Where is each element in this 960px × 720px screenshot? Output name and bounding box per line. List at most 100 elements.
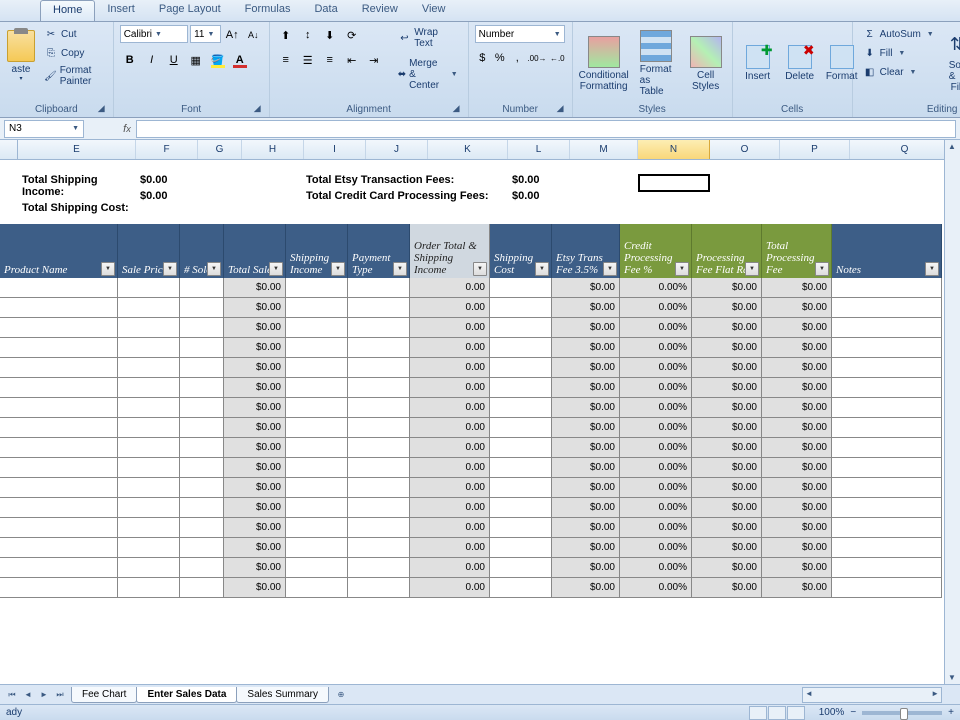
cell[interactable] bbox=[286, 498, 348, 518]
cell[interactable] bbox=[832, 418, 942, 438]
cell[interactable]: 0.00% bbox=[620, 298, 692, 318]
col-header-M[interactable]: M bbox=[570, 140, 638, 159]
cell[interactable] bbox=[348, 558, 410, 578]
cell[interactable] bbox=[286, 338, 348, 358]
active-cell-cursor[interactable] bbox=[638, 174, 710, 192]
align-bottom-icon[interactable]: ⬇ bbox=[320, 25, 340, 45]
cell[interactable] bbox=[490, 458, 552, 478]
align-top-icon[interactable]: ⬆ bbox=[276, 25, 296, 45]
cell[interactable] bbox=[0, 558, 118, 578]
th-sale-price[interactable]: Sale Price▼ bbox=[118, 224, 180, 278]
cell[interactable] bbox=[490, 358, 552, 378]
col-header-N[interactable]: N bbox=[638, 140, 710, 159]
cell[interactable] bbox=[348, 318, 410, 338]
cell[interactable]: $0.00 bbox=[692, 498, 762, 518]
sheet-tab-sales-summary[interactable]: Sales Summary bbox=[236, 687, 329, 703]
cell[interactable] bbox=[180, 378, 224, 398]
cell[interactable] bbox=[832, 338, 942, 358]
cell[interactable]: $0.00 bbox=[692, 478, 762, 498]
cell[interactable] bbox=[286, 458, 348, 478]
cell[interactable]: $0.00 bbox=[762, 478, 832, 498]
cell[interactable]: 0.00% bbox=[620, 578, 692, 598]
cell[interactable] bbox=[118, 498, 180, 518]
cell[interactable] bbox=[832, 298, 942, 318]
cell[interactable]: $0.00 bbox=[692, 458, 762, 478]
tab-home[interactable]: Home bbox=[40, 0, 95, 21]
col-header-L[interactable]: L bbox=[508, 140, 570, 159]
cell[interactable]: $0.00 bbox=[762, 538, 832, 558]
sheet-tab-fee-chart[interactable]: Fee Chart bbox=[71, 687, 137, 703]
normal-view-icon[interactable] bbox=[749, 706, 767, 720]
clipboard-launcher[interactable]: ◢ bbox=[98, 103, 110, 115]
cell[interactable]: $0.00 bbox=[762, 278, 832, 298]
cell[interactable] bbox=[832, 538, 942, 558]
sheet-first-icon[interactable]: ⏮ bbox=[4, 687, 20, 703]
th-ship-income[interactable]: Shipping Income▼ bbox=[286, 224, 348, 278]
fill-button[interactable]: ⬇Fill▼ bbox=[859, 44, 938, 62]
cell[interactable]: $0.00 bbox=[762, 498, 832, 518]
cell[interactable] bbox=[118, 318, 180, 338]
cell[interactable]: $0.00 bbox=[692, 318, 762, 338]
cell[interactable] bbox=[348, 578, 410, 598]
cell[interactable]: 0.00% bbox=[620, 518, 692, 538]
cell[interactable]: $0.00 bbox=[762, 298, 832, 318]
cell[interactable]: $0.00 bbox=[692, 518, 762, 538]
th-notes[interactable]: Notes▼ bbox=[832, 224, 942, 278]
filter-icon[interactable]: ▼ bbox=[393, 262, 407, 276]
cell[interactable] bbox=[490, 498, 552, 518]
cell[interactable] bbox=[286, 298, 348, 318]
cell[interactable] bbox=[180, 438, 224, 458]
cell[interactable] bbox=[0, 398, 118, 418]
filter-icon[interactable]: ▼ bbox=[473, 262, 487, 276]
th-ship-cost[interactable]: Shipping Cost▼ bbox=[490, 224, 552, 278]
font-name-combo[interactable]: Calibri▼ bbox=[120, 25, 188, 43]
cell[interactable] bbox=[118, 458, 180, 478]
cell[interactable] bbox=[180, 278, 224, 298]
paste-button[interactable]: aste ▾ bbox=[6, 25, 36, 91]
cell[interactable]: $0.00 bbox=[762, 518, 832, 538]
zoom-in-icon[interactable]: + bbox=[948, 707, 954, 718]
comma-icon[interactable]: , bbox=[510, 48, 525, 68]
fill-color-button[interactable]: 🪣 bbox=[208, 50, 228, 70]
cell[interactable] bbox=[286, 278, 348, 298]
cell[interactable] bbox=[832, 478, 942, 498]
cell[interactable] bbox=[180, 578, 224, 598]
cut-button[interactable]: ✂Cut bbox=[40, 25, 107, 43]
align-right-icon[interactable]: ≡ bbox=[320, 50, 340, 70]
cell[interactable]: 0.00% bbox=[620, 398, 692, 418]
cell[interactable] bbox=[0, 338, 118, 358]
cell[interactable] bbox=[180, 478, 224, 498]
filter-icon[interactable]: ▼ bbox=[163, 262, 177, 276]
cell[interactable]: $0.00 bbox=[762, 558, 832, 578]
cell[interactable]: $0.00 bbox=[224, 518, 286, 538]
cell[interactable] bbox=[118, 538, 180, 558]
cell[interactable] bbox=[180, 418, 224, 438]
cell[interactable] bbox=[832, 358, 942, 378]
cell[interactable] bbox=[0, 478, 118, 498]
cell[interactable] bbox=[348, 378, 410, 398]
number-format-combo[interactable]: Number▼ bbox=[475, 25, 565, 43]
cell[interactable]: 0.00 bbox=[410, 278, 490, 298]
cell[interactable]: $0.00 bbox=[762, 338, 832, 358]
cell[interactable] bbox=[490, 278, 552, 298]
filter-icon[interactable]: ▼ bbox=[603, 262, 617, 276]
cell[interactable]: 0.00 bbox=[410, 318, 490, 338]
cell[interactable] bbox=[832, 558, 942, 578]
cell[interactable] bbox=[286, 438, 348, 458]
cell[interactable] bbox=[180, 458, 224, 478]
page-break-view-icon[interactable] bbox=[787, 706, 805, 720]
cell[interactable]: 0.00% bbox=[620, 338, 692, 358]
align-left-icon[interactable]: ≡ bbox=[276, 50, 296, 70]
th-order-total[interactable]: Order Total & Shipping Income▼ bbox=[410, 224, 490, 278]
cell[interactable] bbox=[118, 358, 180, 378]
cell[interactable]: $0.00 bbox=[552, 398, 620, 418]
cell[interactable] bbox=[348, 418, 410, 438]
cell[interactable]: $0.00 bbox=[224, 558, 286, 578]
cell[interactable] bbox=[286, 558, 348, 578]
name-box[interactable]: N3▼ bbox=[4, 120, 84, 138]
cell[interactable] bbox=[118, 438, 180, 458]
cell[interactable] bbox=[118, 278, 180, 298]
cell[interactable]: $0.00 bbox=[762, 578, 832, 598]
cell[interactable]: $0.00 bbox=[224, 298, 286, 318]
zoom-slider[interactable] bbox=[862, 711, 942, 715]
